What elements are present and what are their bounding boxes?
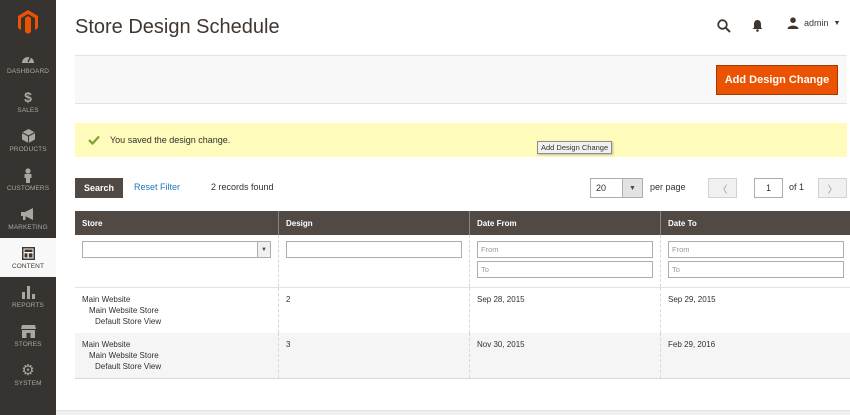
global-search-button[interactable] [717, 19, 731, 38]
date-from-filter-cell: From To [469, 235, 661, 288]
date-to-cell: Sep 29, 2015 [660, 287, 850, 333]
table-header-row: Store Design Date From Date To [75, 211, 850, 235]
design-cell: 3 [278, 332, 470, 379]
store-name: Main Website Store [89, 305, 159, 315]
nav-reports[interactable]: REPORTS [0, 277, 56, 316]
user-name: admin [804, 18, 829, 28]
column-header-store[interactable]: Store [75, 211, 279, 235]
table-row[interactable]: Main Website Main Website Store Default … [75, 287, 850, 333]
per-page-label: per page [650, 182, 686, 192]
nav-content[interactable]: CONTENT [0, 238, 56, 277]
layout-icon [21, 245, 35, 261]
dashboard-icon [21, 50, 35, 66]
nav-label: CUSTOMERS [6, 185, 50, 192]
page-footer-divider [56, 410, 850, 415]
previous-page-button[interactable]: 〈 [708, 178, 737, 198]
filter-row: ▼ From To From To [75, 235, 850, 288]
nav-label: REPORTS [11, 302, 44, 309]
date-from-to-input[interactable]: To [477, 261, 653, 278]
search-button[interactable]: Search [75, 178, 123, 198]
bar-chart-icon [21, 284, 35, 300]
store-cell: Main Website Main Website Store Default … [75, 332, 279, 379]
date-to-from-input[interactable]: From [668, 241, 844, 258]
gear-icon: ⚙ [21, 362, 35, 379]
dollar-icon: $ [24, 89, 32, 105]
chevron-down-icon[interactable]: ▼ [622, 179, 642, 197]
nav-label: PRODUCTS [9, 146, 47, 153]
date-to-filter-cell: From To [660, 235, 850, 288]
chevron-left-icon: 〈 [717, 184, 728, 196]
nav-label: STORES [14, 341, 42, 348]
store-name: Main Website Store [89, 350, 159, 360]
store-view-name: Default Store View [95, 361, 162, 371]
nav-customers[interactable]: CUSTOMERS [0, 160, 56, 199]
design-cell: 2 [278, 287, 470, 333]
person-icon [23, 167, 33, 183]
nav-sales[interactable]: $ SALES [0, 82, 56, 121]
chevron-down-icon: ▼ [833, 19, 841, 27]
nav-label: SALES [17, 107, 39, 114]
page-title: Store Design Schedule [75, 16, 280, 38]
user-icon [787, 17, 799, 29]
design-filter-input[interactable] [286, 241, 462, 258]
store-cell: Main Website Main Website Store Default … [75, 287, 279, 333]
nav-stores[interactable]: STORES [0, 316, 56, 355]
message-text: You saved the design change. [110, 135, 231, 145]
column-header-date-to[interactable]: Date To [660, 211, 850, 235]
date-from-cell: Sep 28, 2015 [469, 287, 661, 333]
cube-icon [21, 128, 35, 144]
admin-sidebar: DASHBOARD $ SALES PRODUCTS CUSTOMERS MAR… [0, 0, 56, 415]
nav-products[interactable]: PRODUCTS [0, 121, 56, 160]
website-name: Main Website [82, 294, 131, 304]
megaphone-icon [20, 206, 36, 222]
store-view-name: Default Store View [95, 316, 162, 326]
nav-label: CONTENT [11, 263, 45, 270]
checkmark-icon [88, 135, 100, 145]
user-menu[interactable]: admin ▼ [787, 17, 840, 29]
design-filter-cell [278, 235, 470, 288]
bell-icon [752, 20, 763, 32]
records-count: 2 records found [211, 182, 274, 192]
date-from-cell: Nov 30, 2015 [469, 332, 661, 379]
per-page-select[interactable]: 20 ▼ [590, 178, 643, 198]
per-page-value: 20 [596, 183, 607, 193]
search-icon [717, 19, 731, 33]
page-total: of 1 [789, 182, 805, 192]
success-message: You saved the design change. [75, 123, 847, 157]
nav-system[interactable]: ⚙ SYSTEM [0, 355, 56, 394]
column-header-design[interactable]: Design [278, 211, 470, 235]
reset-filter-link[interactable]: Reset Filter [134, 182, 180, 192]
date-from-from-input[interactable]: From [477, 241, 653, 258]
nav-label: MARKETING [8, 224, 48, 231]
chevron-right-icon: 〉 [827, 184, 838, 196]
magento-logo-icon [18, 9, 38, 34]
page-number-input[interactable]: 1 [754, 178, 783, 198]
magento-logo[interactable] [0, 0, 56, 43]
nav-label: SYSTEM [14, 380, 42, 387]
nav-dashboard[interactable]: DASHBOARD [0, 43, 56, 82]
date-to-cell: Feb 29, 2016 [660, 332, 850, 379]
notifications-button[interactable] [752, 19, 763, 37]
website-name: Main Website [82, 339, 131, 349]
store-filter-select[interactable]: ▼ [82, 241, 271, 258]
add-design-change-button[interactable]: Add Design Change [716, 65, 838, 95]
button-tooltip: Add Design Change [537, 141, 613, 154]
chevron-down-icon: ▼ [257, 242, 270, 257]
nav-label: DASHBOARD [6, 68, 50, 75]
store-filter-cell: ▼ [75, 235, 279, 288]
nav-marketing[interactable]: MARKETING [0, 199, 56, 238]
date-to-to-input[interactable]: To [668, 261, 844, 278]
next-page-button[interactable]: 〉 [818, 178, 847, 198]
design-schedule-grid: Store Design Date From Date To ▼ From To… [75, 211, 850, 379]
table-row[interactable]: Main Website Main Website Store Default … [75, 332, 850, 379]
storefront-icon [20, 323, 36, 339]
column-header-date-from[interactable]: Date From [469, 211, 661, 235]
